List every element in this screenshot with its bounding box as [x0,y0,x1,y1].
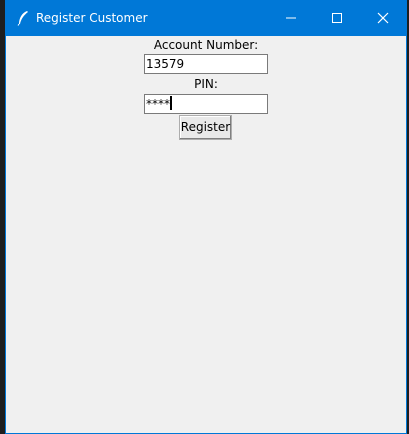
account-number-input[interactable]: 13579 [144,54,268,74]
register-customer-window: Register Customer Account Number: 13579 … [5,0,407,434]
minimize-button[interactable] [268,0,314,36]
form-area: Account Number: 13579 PIN: **** Register [6,36,406,433]
account-number-value: 13579 [146,57,185,71]
account-number-label: Account Number: [153,38,259,52]
window-title: Register Customer [36,11,148,25]
minimize-icon [286,17,296,19]
title-bar[interactable]: Register Customer [6,0,406,36]
close-button[interactable] [360,0,406,36]
pin-label: PIN: [194,77,218,91]
text-cursor [170,96,172,110]
pin-value: **** [146,97,170,111]
maximize-icon [332,13,342,23]
maximize-button[interactable] [314,0,360,36]
close-icon [377,12,389,24]
pin-input[interactable]: **** [144,94,268,114]
register-button[interactable]: Register [179,115,232,140]
feather-icon [16,10,30,26]
